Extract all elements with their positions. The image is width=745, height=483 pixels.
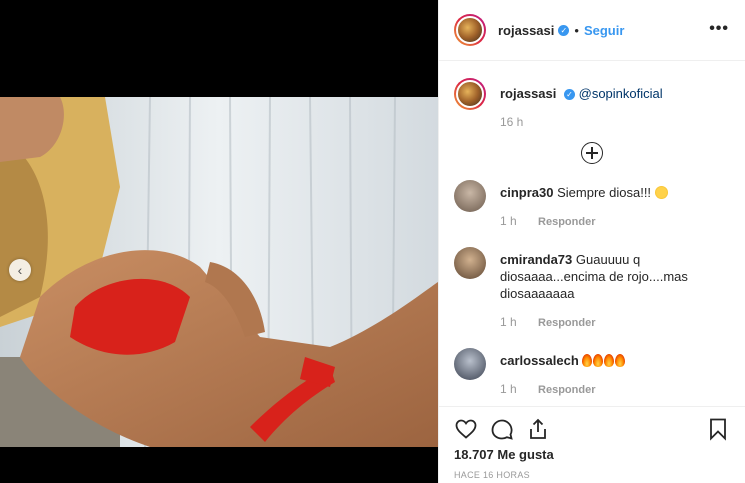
avatar[interactable]	[454, 348, 486, 380]
list-item: cinpra30 Siempre diosa!!! 1 h Responder	[454, 180, 730, 231]
more-options-icon[interactable]: •••	[709, 20, 729, 38]
list-item: carlossalech 1 h Responder	[454, 348, 730, 399]
reply-button[interactable]: Responder	[538, 384, 595, 396]
fire-icon	[615, 354, 626, 367]
heart-icon[interactable]	[454, 417, 478, 441]
reply-button[interactable]: Responder	[538, 216, 595, 228]
avatar[interactable]	[454, 180, 486, 212]
separator-dot: •	[574, 22, 579, 38]
comments-list[interactable]: rojassasi ✓ @sopinkoficial 16 h cinpra30…	[439, 62, 745, 406]
fire-icon	[593, 354, 604, 367]
bookmark-icon[interactable]	[706, 417, 730, 441]
caption: rojassasi ✓ @sopinkoficial 16 h	[454, 62, 730, 129]
avatar[interactable]	[454, 247, 486, 279]
fire-icon	[582, 354, 593, 367]
verified-icon: ✓	[558, 24, 570, 36]
plus-circle-icon[interactable]	[581, 142, 603, 164]
avatar[interactable]	[454, 14, 486, 46]
fire-icon	[604, 354, 615, 367]
verified-icon: ✓	[564, 89, 575, 101]
caption-time[interactable]: 16 h	[500, 115, 663, 129]
comment-username[interactable]: cmiranda73	[500, 252, 572, 267]
media-panel: ‹	[0, 0, 438, 483]
post-actions: 18.707 Me gusta HACE 16 HORAS	[439, 406, 745, 480]
likes-number: 18.707	[454, 447, 494, 462]
likes-count[interactable]: 18.707 Me gusta	[454, 447, 730, 462]
comment-time[interactable]: 1 h	[500, 382, 517, 396]
post-timestamp[interactable]: HACE 16 HORAS	[454, 470, 730, 480]
header-username[interactable]: rojassasi	[498, 23, 554, 38]
comment-username[interactable]: carlossalech	[500, 353, 579, 368]
photo-illustration	[0, 97, 438, 447]
post-header: rojassasi ✓ • Seguir •••	[439, 0, 745, 61]
post-photo[interactable]	[0, 97, 438, 447]
comment-time[interactable]: 1 h	[500, 315, 517, 329]
reply-button[interactable]: Responder	[538, 317, 595, 329]
caption-username[interactable]: rojassasi	[500, 86, 556, 101]
list-item: cmiranda73 Guauuuu q diosaaaa...encima d…	[454, 247, 730, 332]
comment-time[interactable]: 1 h	[500, 214, 517, 228]
caption-mention[interactable]: @sopinkoficial	[579, 86, 663, 101]
chevron-left-icon[interactable]: ‹	[9, 259, 31, 281]
post-sidebar: rojassasi ✓ • Seguir ••• rojassasi ✓ @so…	[438, 0, 745, 483]
likes-label: Me gusta	[497, 447, 554, 462]
follow-button[interactable]: Seguir	[584, 23, 624, 38]
comment-text: Siempre diosa!!!	[557, 185, 652, 200]
comment-username[interactable]: cinpra30	[500, 185, 553, 200]
avatar[interactable]	[454, 78, 486, 110]
fire-emoji-group	[582, 353, 626, 368]
heart-eyes-emoji-icon	[654, 186, 668, 199]
share-icon[interactable]	[526, 417, 550, 441]
comment-icon[interactable]	[490, 417, 514, 441]
